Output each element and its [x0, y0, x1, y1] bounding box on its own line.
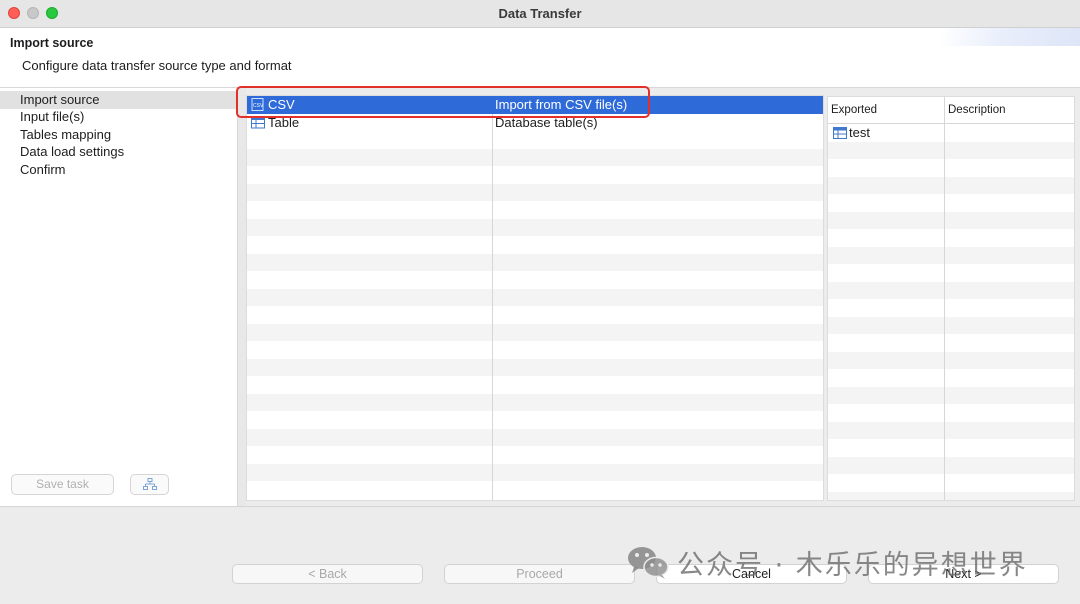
splitter[interactable] — [238, 88, 246, 506]
empty-row — [828, 421, 1074, 439]
step-tables-mapping[interactable]: Tables mapping — [0, 126, 237, 144]
empty-row — [828, 351, 1074, 369]
empty-row — [828, 281, 1074, 299]
empty-row — [247, 463, 823, 481]
hierarchy-icon — [142, 478, 157, 490]
empty-row — [828, 246, 1074, 264]
step-data-load-settings[interactable]: Data load settings — [0, 143, 237, 161]
save-task-button[interactable]: Save task — [11, 474, 114, 495]
wizard-steps-panel: Import source Input file(s) Tables mappi… — [0, 88, 238, 506]
title-bar: Data Transfer — [0, 0, 1080, 28]
wechat-logo — [628, 547, 669, 579]
watermark-text: 公众号 · 木乐乐的异想世界 — [677, 550, 1028, 581]
step-input-files[interactable]: Input file(s) — [0, 108, 237, 126]
exported-name: test — [849, 125, 870, 140]
back-button[interactable]: < Back — [232, 564, 423, 584]
empty-row — [247, 288, 823, 306]
empty-row — [247, 253, 823, 271]
empty-row — [247, 148, 823, 166]
task-config-button[interactable] — [130, 474, 169, 495]
exported-row-test[interactable]: test — [828, 124, 1074, 142]
empty-row — [247, 323, 823, 341]
table-icon — [833, 127, 847, 139]
column-header-description[interactable]: Description — [948, 104, 1006, 116]
page-header: Import source Configure data transfer so… — [0, 28, 1080, 88]
page-title: Import source — [10, 36, 94, 50]
step-import-source[interactable]: Import source — [0, 91, 237, 109]
exported-table-header: Exported Description — [828, 97, 1074, 124]
empty-row — [247, 358, 823, 376]
empty-row — [828, 456, 1074, 474]
empty-row — [828, 141, 1074, 159]
source-type-table: CSV CSV Import from CSV file(s) Table Da… — [246, 95, 824, 501]
highlight-box — [236, 86, 650, 118]
empty-row — [828, 386, 1074, 404]
empty-row — [247, 183, 823, 201]
proceed-button[interactable]: Proceed — [444, 564, 635, 584]
window-title: Data Transfer — [498, 6, 582, 21]
empty-row — [247, 393, 823, 411]
empty-row — [247, 428, 823, 446]
column-header-exported[interactable]: Exported — [831, 104, 877, 116]
header-banner — [940, 28, 1080, 46]
empty-row — [247, 218, 823, 236]
footer-divider — [0, 506, 1080, 507]
step-confirm[interactable]: Confirm — [0, 161, 237, 179]
empty-row — [828, 211, 1074, 229]
empty-row — [828, 491, 1074, 500]
column-divider[interactable] — [944, 97, 945, 500]
empty-row — [828, 316, 1074, 334]
exported-table: Exported Description test — [827, 96, 1075, 501]
empty-row — [828, 176, 1074, 194]
page-description: Configure data transfer source type and … — [22, 58, 292, 73]
column-divider[interactable] — [492, 113, 493, 500]
